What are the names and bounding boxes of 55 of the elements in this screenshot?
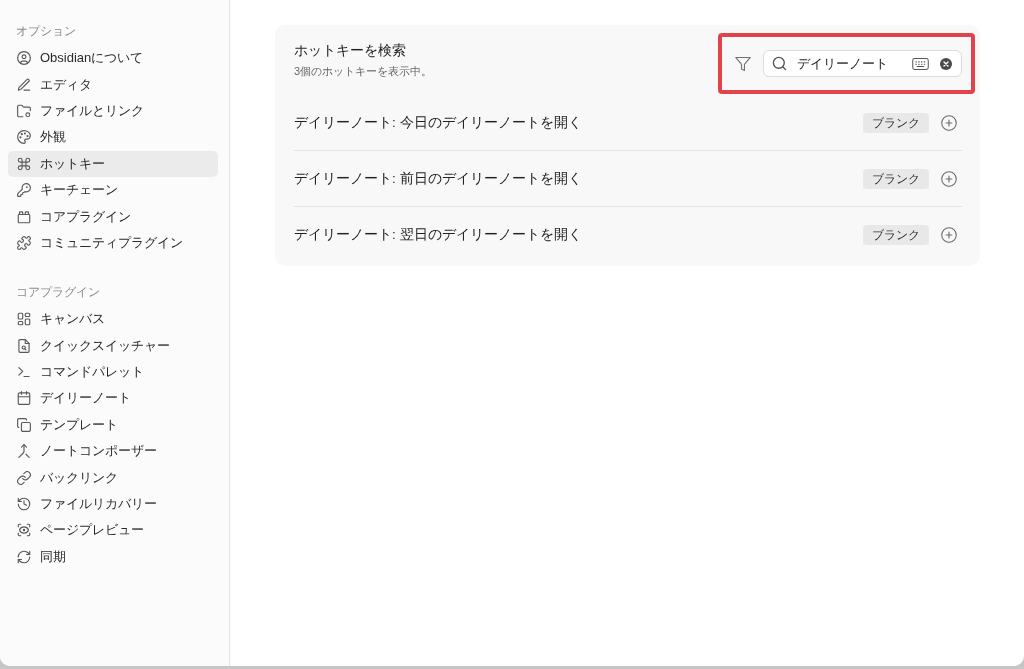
- sidebar-item[interactable]: キーチェーン: [8, 176, 218, 204]
- folder-icon: [17, 103, 31, 118]
- filter-icon[interactable]: [735, 55, 751, 72]
- section-heading: オプション: [16, 23, 76, 40]
- puzzle-icon: [17, 235, 31, 250]
- sidebar-item[interactable]: 外観: [8, 124, 218, 151]
- sidebar-item[interactable]: キャンバス: [8, 306, 218, 333]
- sidebar-item[interactable]: ファイルリカバリー: [8, 490, 218, 518]
- merge-icon: [17, 444, 31, 459]
- section-title: ホットキーを検索: [294, 42, 406, 59]
- grid-icon: [17, 312, 31, 327]
- file-search-icon: [17, 338, 31, 353]
- plus-circle-icon[interactable]: [941, 226, 957, 243]
- command-label: デイリーノート: 翌日のデイリーノートを開く: [294, 225, 583, 244]
- refresh-icon: [17, 549, 31, 564]
- sidebar-item[interactable]: Obsidianについて: [8, 45, 218, 72]
- command-icon: [17, 156, 31, 171]
- sidebar-item[interactable]: コアプラグイン: [8, 203, 218, 230]
- sidebar-item[interactable]: ホットキー: [8, 150, 218, 177]
- clear-icon[interactable]: [940, 57, 952, 70]
- hotkey-badge: ブランク: [863, 112, 929, 133]
- sidebar-item[interactable]: コマンドパレット: [8, 358, 218, 386]
- plus-circle-icon[interactable]: [941, 170, 957, 187]
- sidebar-item[interactable]: 同期: [8, 543, 218, 571]
- pencil-icon: [17, 77, 31, 92]
- hotkey-badge: ブランク: [863, 224, 929, 245]
- search-input[interactable]: デイリーノート: [797, 54, 908, 73]
- search-icon: [772, 56, 787, 71]
- key-icon: [17, 183, 31, 198]
- plus-circle-icon[interactable]: [941, 114, 957, 131]
- user-circle-icon: [17, 51, 31, 66]
- sidebar-item[interactable]: クイックスイッチャー: [8, 332, 218, 359]
- result-count: 3個のホットキーを表示中。: [294, 64, 433, 78]
- sidebar-item[interactable]: コミュニティプラグイン: [8, 229, 218, 257]
- hotkey-badge: ブランク: [863, 168, 929, 189]
- sidebar-item[interactable]: ページプレビュー: [8, 517, 218, 544]
- sidebar-item[interactable]: バックリンク: [8, 464, 218, 491]
- keyboard-icon[interactable]: [912, 57, 929, 70]
- files-icon: [17, 417, 31, 432]
- command-label: デイリーノート: 今日のデイリーノートを開く: [294, 113, 583, 132]
- search-field[interactable]: デイリーノート: [763, 50, 962, 77]
- terminal-icon: [17, 365, 31, 380]
- calendar-icon: [17, 391, 31, 406]
- sidebar-item[interactable]: エディタ: [8, 71, 218, 98]
- sidebar-item[interactable]: デイリーノート: [8, 385, 218, 412]
- eye-icon: [17, 523, 31, 538]
- sidebar-item[interactable]: ノートコンポーザー: [8, 438, 218, 465]
- command-label: デイリーノート: 前日のデイリーノートを開く: [294, 169, 583, 188]
- link-icon: [17, 470, 31, 485]
- brick-icon: [17, 209, 31, 224]
- section-heading: コアプラグイン: [16, 284, 100, 302]
- history-icon: [17, 497, 31, 512]
- palette-icon: [17, 130, 31, 145]
- sidebar-item[interactable]: ファイルとリンク: [8, 97, 218, 125]
- sidebar-item[interactable]: テンプレート: [8, 411, 218, 439]
